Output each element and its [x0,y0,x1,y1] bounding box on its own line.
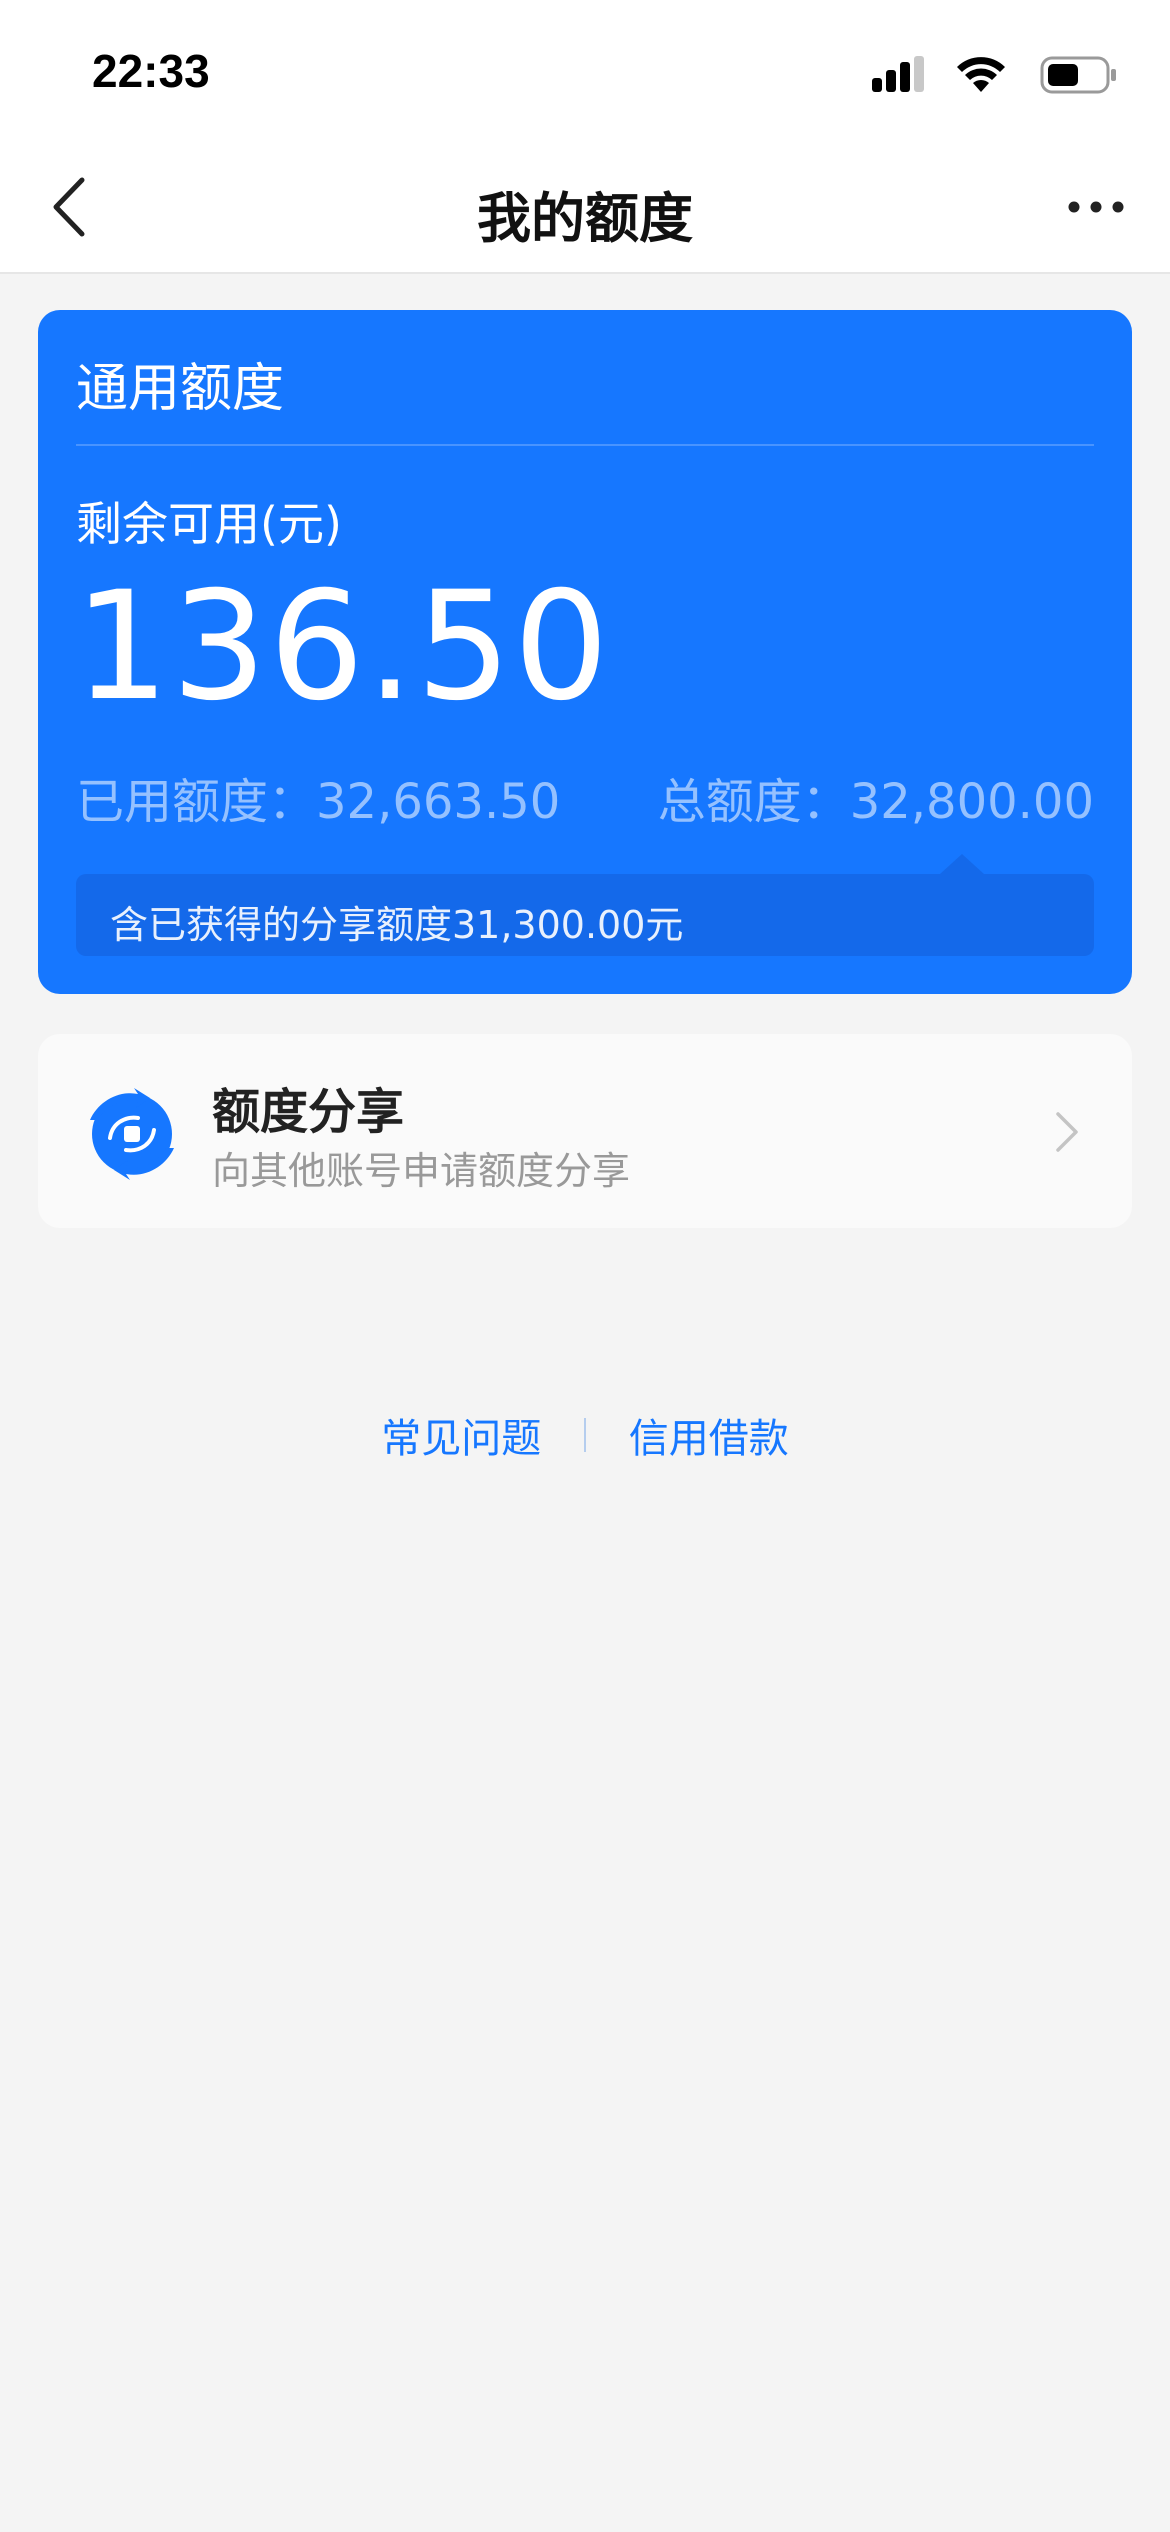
share-note-pointer [940,854,984,874]
used-quota-label: 已用额度： [76,774,317,830]
battery-icon [1040,56,1116,94]
chevron-right-icon [1056,1112,1078,1152]
total-quota: 总额度：32,800.00 [658,762,1094,832]
total-quota-value: 32,800.00 [849,774,1094,830]
status-time: 22:33 [92,45,210,97]
share-note: 含已获得的分享额度31,300.00元 [76,854,1094,956]
used-quota-value: 32,663.50 [316,774,561,830]
card-divider [76,444,1094,446]
used-quota: 已用额度：32,663.50 [76,762,560,832]
page-title: 我的额度 [477,187,693,250]
signal-icon [872,56,924,92]
wifi-icon [957,57,1005,92]
credit-loan-link[interactable]: 信用借款 [629,1406,789,1464]
quota-card: 通用额度 剩余可用(元) 136.50 已用额度：32,663.50 总额度：3… [38,310,1132,994]
faq-link[interactable]: 常见问题 [381,1406,541,1464]
footer-divider [584,1418,586,1452]
nav-bar: 我的额度 [0,140,1170,274]
available-label: 剩余可用(元) [76,497,342,551]
total-quota-label: 总额度： [657,774,850,830]
share-quota-entry[interactable]: 额度分享 向其他账号申请额度分享 [38,1034,1132,1228]
share-exchange-icon [90,1088,174,1180]
share-note-text: 含已获得的分享额度31,300.00元 [110,903,684,947]
share-entry-subtitle: 向其他账号申请额度分享 [212,1149,631,1193]
available-amount: 136.50 [74,560,611,734]
footer-links: 常见问题 信用借款 [0,1406,1170,1462]
status-bar: 22:33 [0,0,1170,140]
more-icon[interactable] [1066,192,1126,222]
card-title: 通用额度 [76,359,285,419]
share-entry-title: 额度分享 [212,1084,405,1140]
